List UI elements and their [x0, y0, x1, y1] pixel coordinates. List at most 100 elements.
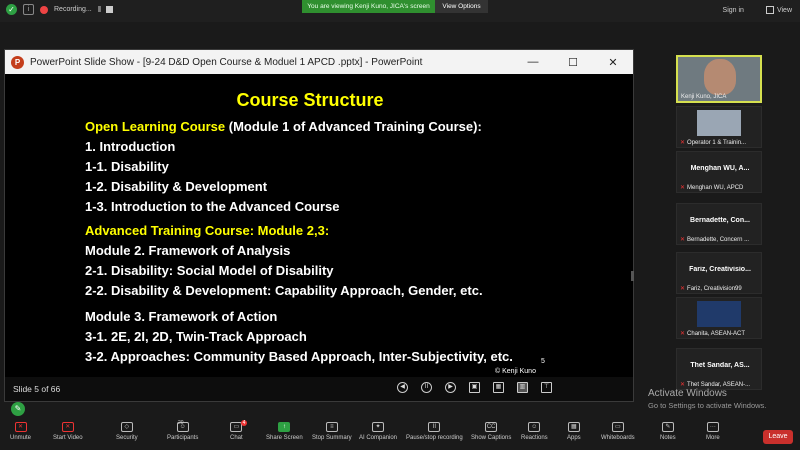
advanced-course-heading: Advanced Training Course: Module 2,3: [85, 223, 330, 238]
slideshow-status-bar: Slide 5 of 66 ◀ II ▶ ▣ ▦ ▥ ⊤ [5, 377, 633, 401]
meeting-top-bar: ✓ i Recording... II You are viewing Kenj… [0, 0, 800, 22]
share-screen-icon: ↑ [278, 422, 291, 432]
whiteboard-icon: ▭ [611, 422, 624, 432]
minimize-button[interactable]: — [513, 56, 553, 69]
stop-summary-button[interactable]: ≡ Stop Summary [312, 422, 352, 441]
sign-in-link[interactable]: Sign in [723, 7, 744, 14]
participant-tile[interactable]: Menghan WU, A... ✕ Menghan WU, APCD [676, 151, 762, 193]
slide-line-open-learning: Open Learning Course (Module 1 of Advanc… [85, 117, 513, 137]
powerpoint-logo-icon: P [11, 55, 24, 69]
annotate-pen-icon[interactable]: ✎ [11, 402, 25, 416]
activate-windows-title: Activate Windows [648, 388, 727, 399]
slide-line: 2-1. Disability: Social Model of Disabil… [85, 263, 334, 278]
summary-icon: ≡ [325, 422, 338, 432]
pause-recording-icon[interactable]: II [98, 5, 102, 14]
mic-muted-icon: ✕ [680, 140, 686, 146]
apps-icon: ▦ [567, 422, 580, 432]
close-button[interactable]: ✕ [593, 56, 633, 69]
mic-muted-icon: ✕ [680, 331, 686, 337]
window-title: PowerPoint Slide Show - [9-24 D&D Open C… [30, 56, 423, 68]
participant-tile[interactable]: Fariz, Creativisio... ✕ Fariz, Creativisi… [676, 252, 762, 294]
chat-button[interactable]: ▭ 4 Chat [230, 420, 247, 441]
view-label: View [776, 6, 792, 14]
slide-line: 1-1. Disability [85, 159, 169, 174]
powerpoint-window: P PowerPoint Slide Show - [9-24 D&D Open… [4, 49, 634, 402]
presenter-view-icon[interactable]: ⊤ [541, 382, 552, 393]
participant-label: ✕ Thet Sandar, ASEAN-... [680, 381, 751, 389]
participant-name: Menghan WU, A... [690, 165, 750, 172]
activate-windows-subtitle: Go to Settings to activate Windows. [648, 401, 767, 410]
mic-muted-icon: ✕ [680, 185, 686, 191]
participant-video [697, 110, 741, 136]
ai-companion-button[interactable]: ✦ AI Companion [359, 422, 397, 441]
viewing-screen-banner: You are viewing Kenji Kuno, JICA's scree… [302, 0, 435, 13]
top-right-actions: Sign in View [723, 6, 792, 14]
normal-view-icon[interactable]: ▣ [469, 382, 480, 393]
unmute-button[interactable]: ✕ Unmute [10, 422, 31, 441]
participant-label: ✕ Fariz, Creativision99 [680, 285, 742, 293]
participant-name: Fariz, Creativisio... [689, 266, 751, 273]
chat-unread-badge: 4 [241, 420, 247, 426]
view-options-button[interactable]: View Options [435, 0, 488, 13]
slide-line: Module 2. Framework of Analysis [85, 243, 291, 258]
recording-label: Recording... [54, 6, 92, 13]
shield-check-icon[interactable]: ✓ [6, 4, 17, 15]
participants-button[interactable]: ☺ 20 Participants [167, 420, 198, 441]
window-controls: — ☐ ✕ [513, 56, 633, 69]
open-learning-heading: Open Learning Course [85, 119, 226, 134]
reactions-button[interactable]: ☺ Reactions [521, 422, 548, 441]
participant-label: ✕ Chanita, ASEAN-ACT [680, 330, 746, 338]
powerpoint-title-bar[interactable]: P PowerPoint Slide Show - [9-24 D&D Open… [5, 50, 633, 74]
reading-view-icon[interactable]: ▥ [517, 382, 528, 393]
slideshow-nav: ◀ II ▶ ▣ ▦ ▥ ⊤ [397, 382, 552, 393]
slide-body: Open Learning Course (Module 1 of Advanc… [85, 117, 513, 367]
slide-counter: Slide 5 of 66 [13, 384, 61, 394]
slide-line: 1-2. Disability & Development [85, 179, 268, 194]
maximize-button[interactable]: ☐ [553, 56, 593, 69]
participant-tile[interactable]: ✕ Operator 1 & Trainin... [676, 106, 762, 148]
participant-label: ✕ Menghan WU, APCD [680, 184, 744, 192]
meeting-status-group: ✓ i Recording... II [6, 4, 114, 15]
notes-button[interactable]: ✎ Notes [660, 422, 676, 441]
apps-button[interactable]: ▦ Apps [567, 422, 581, 441]
participant-tile[interactable]: ✕ Chanita, ASEAN-ACT [676, 297, 762, 339]
participant-label: ✕ Operator 1 & Trainin... [680, 139, 747, 147]
whiteboards-button[interactable]: ▭ Whiteboards [601, 422, 635, 441]
mic-muted-icon: ✕ [680, 237, 686, 243]
slide-sorter-icon[interactable]: ▦ [493, 382, 504, 393]
participant-tile[interactable]: Bernadette, Con... ✕ Bernadette, Concern … [676, 203, 762, 245]
next-slide-icon[interactable]: ▶ [445, 382, 456, 393]
start-video-button[interactable]: ✕ Start Video [53, 422, 83, 441]
participant-label: Kenji Kuno, JICA [681, 94, 727, 100]
participant-label: ✕ Bernadette, Concern ... [680, 236, 750, 244]
view-button[interactable]: View [765, 6, 792, 14]
participant-video [697, 301, 741, 327]
previous-slide-icon[interactable]: ◀ [397, 382, 408, 393]
sparkle-icon: ✦ [372, 422, 385, 432]
participant-tile[interactable]: Thet Sandar, AS... ✕ Thet Sandar, ASEAN-.… [676, 348, 762, 390]
mic-muted-icon: ✕ [680, 382, 686, 388]
recording-dot-icon [40, 5, 48, 14]
share-screen-button[interactable]: ↑ Share Screen [266, 422, 303, 441]
open-learning-subtitle: (Module 1 of Advanced Training Course): [225, 119, 482, 134]
security-button[interactable]: ◇ Security [116, 422, 138, 441]
participants-count-badge: 20 [178, 420, 184, 426]
meeting-info-icon[interactable]: i [23, 4, 34, 15]
slide-scroll-marker [631, 271, 634, 281]
more-button[interactable]: ··· More [706, 422, 720, 441]
stop-recording-icon[interactable] [106, 6, 114, 13]
slide-line: 3-1. 2E, 2I, 2D, Twin-Track Approach [85, 329, 307, 344]
pause-slideshow-icon[interactable]: II [421, 382, 432, 393]
participant-video [704, 59, 736, 95]
mic-muted-icon: ✕ [14, 422, 27, 432]
slide-canvas[interactable]: Course Structure Open Learning Course (M… [5, 75, 634, 378]
show-captions-button[interactable]: CC Show Captions [471, 422, 511, 441]
slide-line: 3-2. Approaches: Community Based Approac… [85, 349, 513, 364]
grid-view-icon [765, 6, 774, 14]
leave-button[interactable]: Leave [763, 430, 793, 444]
pause-stop-recording-button[interactable]: II Pause/stop recording [406, 422, 463, 441]
notes-icon: ✎ [661, 422, 674, 432]
participant-tile-active-speaker[interactable]: Kenji Kuno, JICA [676, 55, 762, 103]
slide-line: 1. Introduction [85, 139, 176, 154]
more-dots-icon: ··· [706, 422, 719, 432]
